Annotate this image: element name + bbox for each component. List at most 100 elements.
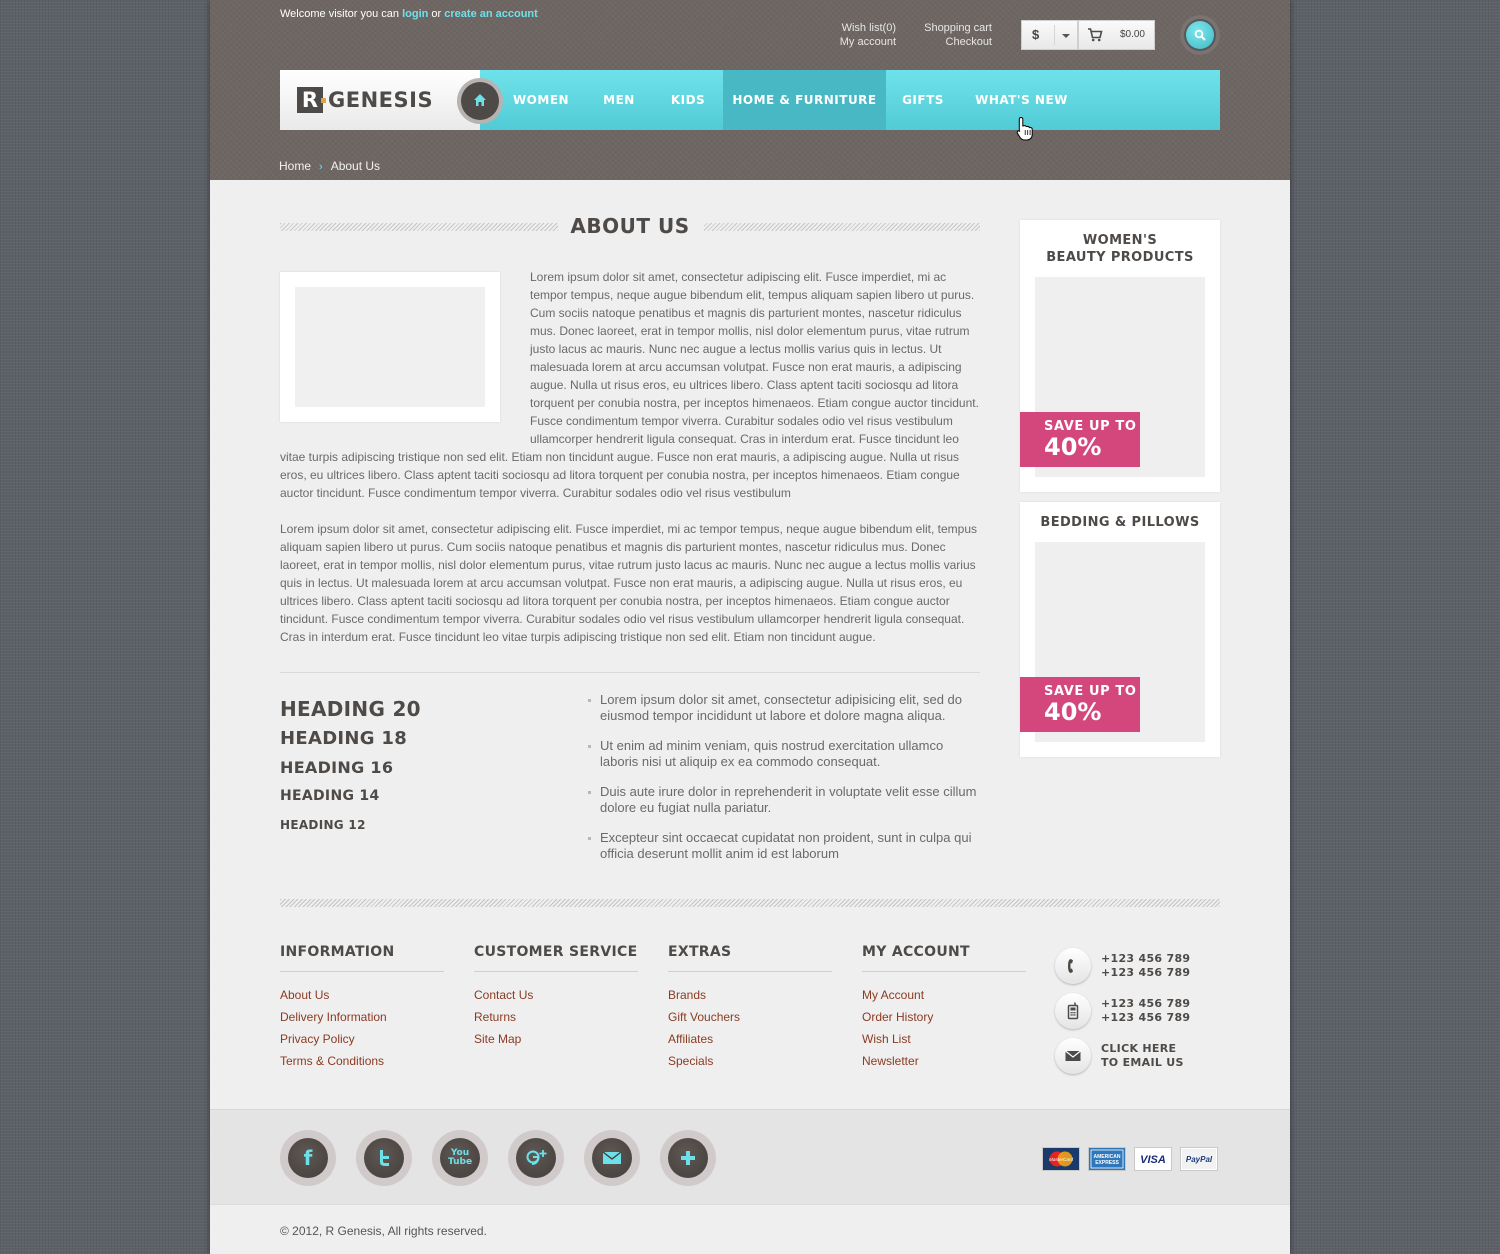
footer-link-my-account[interactable]: My Account <box>862 984 1026 1006</box>
footer-link-wish-list[interactable]: Wish List <box>862 1028 1026 1050</box>
list-item: Lorem ipsum dolor sit amet, consectetur … <box>588 692 980 724</box>
footer-divider <box>280 899 1220 907</box>
welcome-text: Welcome visitor you can login or create … <box>280 8 538 20</box>
twitter-icon <box>364 1138 404 1178</box>
paypal-text: PayPal <box>1186 1155 1213 1164</box>
pointer-cursor-icon <box>1016 116 1033 141</box>
twitter-glyph <box>380 1150 389 1166</box>
footer-link-affiliates[interactable]: Affiliates <box>668 1028 832 1050</box>
breadcrumb: Home › About Us <box>279 159 380 173</box>
promo-womens-beauty[interactable]: WOMEN'S BEAUTY PRODUCTS SAVE UP TO 40% <box>1020 220 1220 492</box>
footer-link-terms-conditions[interactable]: Terms & Conditions <box>280 1050 444 1072</box>
mobile-number: +123 456 789 <box>1101 1011 1191 1024</box>
logo-mark: R <box>297 87 323 113</box>
footer-heading: MY ACCOUNT <box>862 944 1026 972</box>
cart-links: Shopping cart Checkout <box>924 21 992 49</box>
welcome-or: or <box>431 8 442 20</box>
mastercard-icon: MasterCard <box>1043 1148 1079 1170</box>
home-button[interactable] <box>461 82 499 120</box>
logo-text: GENESIS <box>328 88 434 112</box>
logo[interactable]: R GENESIS <box>280 70 480 130</box>
footer-link-brands[interactable]: Brands <box>668 984 832 1006</box>
currency-select[interactable]: $ <box>1021 20 1078 50</box>
email-share-button[interactable] <box>584 1130 640 1186</box>
create-account-link[interactable]: create an account <box>444 8 538 20</box>
footer-link-about-us[interactable]: About Us <box>280 984 444 1006</box>
bullet-list: Lorem ipsum dolor sit amet, consectetur … <box>588 692 980 876</box>
footer-link-delivery-information[interactable]: Delivery Information <box>280 1006 444 1028</box>
nav-item-women[interactable]: WOMEN <box>500 70 582 130</box>
amex-text-line-2: EXPRESS <box>1095 1160 1119 1166</box>
copyright-bar: © 2012, R Genesis, All rights reserved. <box>210 1204 1290 1254</box>
twitter-button[interactable] <box>356 1130 412 1186</box>
about-paragraph-1-continued: vitae turpis adipiscing tristique non se… <box>280 450 960 500</box>
my-account-link[interactable]: My account <box>840 35 896 49</box>
shopping-cart-link[interactable]: Shopping cart <box>924 21 992 35</box>
logo-dot <box>321 98 326 103</box>
amex-logo: AMERICAN EXPRESS <box>1088 1147 1126 1171</box>
promo-title: WOMEN'S BEAUTY PRODUCTS <box>1020 232 1220 266</box>
footer-link-order-history[interactable]: Order History <box>862 1006 1026 1028</box>
youtube-text-bottom: Tube <box>447 1157 473 1167</box>
facebook-icon: f <box>288 1138 328 1178</box>
nav-item-home-furniture[interactable]: HOME & FURNITURE <box>723 70 886 130</box>
search-icon <box>1194 29 1206 41</box>
page-title-row: ABOUT US <box>280 212 980 242</box>
nav-menu: WOMEN MEN KIDS HOME & FURNITURE GIFTS WH… <box>480 70 1220 130</box>
footer-heading: EXTRAS <box>668 944 832 972</box>
nav-item-kids[interactable]: KIDS <box>656 70 720 130</box>
breadcrumb-home[interactable]: Home <box>279 159 311 173</box>
header: Welcome visitor you can login or create … <box>210 0 1290 180</box>
chevron-right-icon: › <box>319 161 323 173</box>
footer-link-privacy-policy[interactable]: Privacy Policy <box>280 1028 444 1050</box>
mobile-number: +123 456 789 <box>1101 997 1191 1010</box>
page: Welcome visitor you can login or create … <box>210 0 1290 1254</box>
heading-16: HEADING 16 <box>280 758 394 777</box>
footer-column-my-account: MY ACCOUNT My Account Order History Wish… <box>862 944 1026 1072</box>
google-plus-button[interactable] <box>508 1130 564 1186</box>
heading-18: HEADING 18 <box>280 728 408 749</box>
phone-number: +123 456 789 <box>1101 966 1191 979</box>
promo-bedding-pillows[interactable]: BEDDING & PILLOWS SAVE UP TO 40% <box>1020 502 1220 757</box>
nav-item-men[interactable]: MEN <box>582 70 656 130</box>
wishlist-link[interactable]: Wish list(0) <box>840 21 896 35</box>
mobile-icon-badge <box>1055 993 1091 1029</box>
social-bar: f You Tube MasterCard AMERICAN EXPRESS V… <box>210 1109 1290 1204</box>
visa-logo: VISA <box>1134 1147 1172 1171</box>
checkout-link[interactable]: Checkout <box>924 35 992 49</box>
footer-link-site-map[interactable]: Site Map <box>474 1028 638 1050</box>
footer-column-extras: EXTRAS Brands Gift Vouchers Affiliates S… <box>668 944 832 1072</box>
email-us-link[interactable]: CLICK HERE TO EMAIL US <box>1101 1042 1221 1070</box>
email-glyph <box>602 1151 622 1164</box>
youtube-button[interactable]: You Tube <box>432 1130 488 1186</box>
plus-icon <box>668 1138 708 1178</box>
promo-badge: SAVE UP TO 40% <box>1020 677 1140 732</box>
footer-link-newsletter[interactable]: Newsletter <box>862 1050 1026 1072</box>
email-icon <box>592 1138 632 1178</box>
mobile-numbers: +123 456 789 +123 456 789 <box>1101 997 1221 1025</box>
login-link[interactable]: login <box>402 8 428 20</box>
search-button[interactable] <box>1180 15 1220 55</box>
about-paragraph-1: Lorem ipsum dolor sit amet, consectetur … <box>530 270 979 446</box>
google-plus-glyph <box>526 1150 547 1165</box>
cart-button[interactable]: $0.00 <box>1078 20 1155 50</box>
footer-link-returns[interactable]: Returns <box>474 1006 638 1028</box>
badge-text: SAVE UP TO <box>1044 684 1137 699</box>
footer-link-specials[interactable]: Specials <box>668 1050 832 1072</box>
footer-link-gift-vouchers[interactable]: Gift Vouchers <box>668 1006 832 1028</box>
mobile-phone-icon <box>1067 1002 1079 1020</box>
promo-title: BEDDING & PILLOWS <box>1040 515 1200 530</box>
nav-item-gifts[interactable]: GIFTS <box>886 70 960 130</box>
heading-samples: HEADING 20 HEADING 18 HEADING 16 HEADING… <box>280 695 421 840</box>
footer-column-customer-service: CUSTOMER SERVICE Contact Us Returns Site… <box>474 944 638 1050</box>
heading-20: HEADING 20 <box>280 697 421 721</box>
facebook-button[interactable]: f <box>280 1130 336 1186</box>
badge-text: SAVE UP TO <box>1044 419 1137 434</box>
more-share-button[interactable] <box>660 1130 716 1186</box>
currency-value: $ <box>1032 27 1040 42</box>
account-links: Wish list(0) My account <box>840 21 896 49</box>
footer-link-contact-us[interactable]: Contact Us <box>474 984 638 1006</box>
email-icon-badge <box>1055 1038 1091 1074</box>
promo-title-line-1: WOMEN'S <box>1082 233 1158 248</box>
paypal-logo: PayPal <box>1180 1147 1218 1171</box>
